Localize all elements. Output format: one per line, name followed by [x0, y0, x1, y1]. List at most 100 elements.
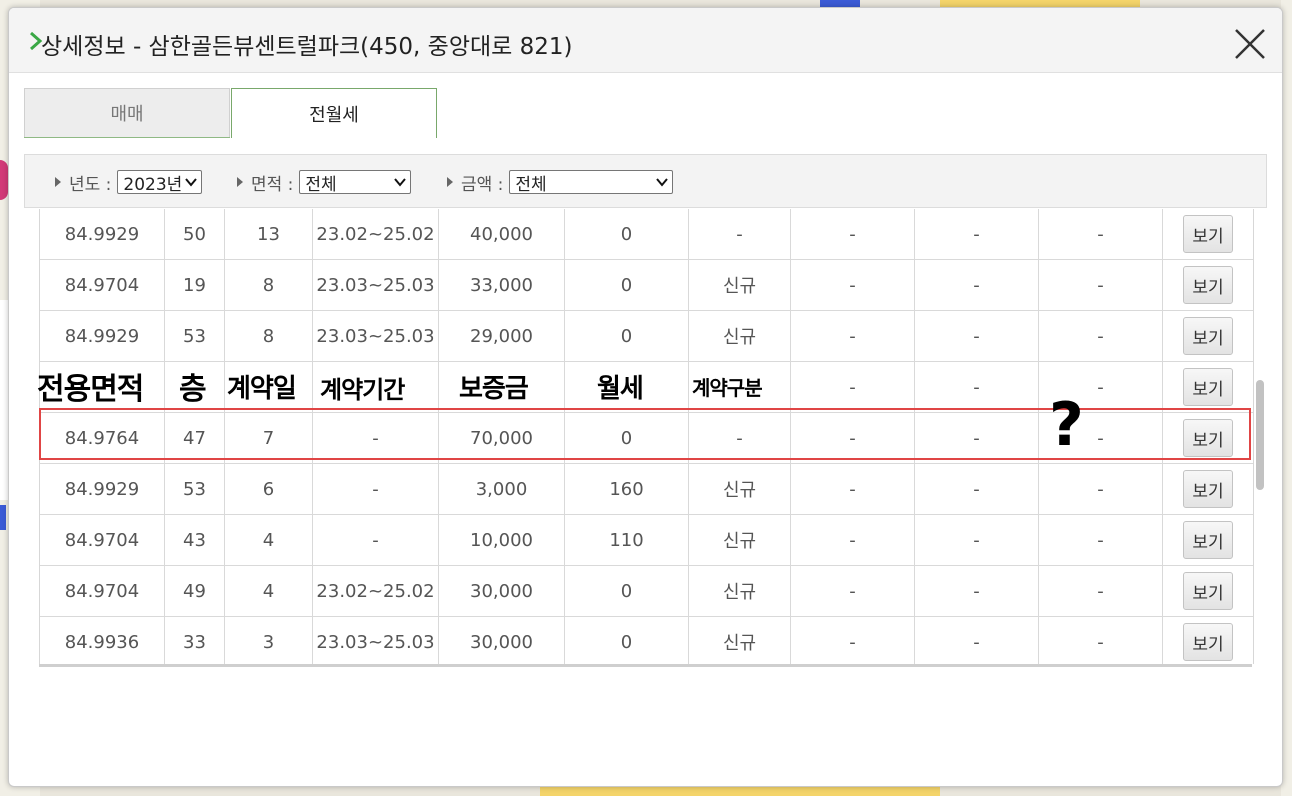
- cell-type: -: [689, 209, 791, 259]
- triangle-right-icon: [55, 177, 61, 187]
- cell-floor: 53: [165, 464, 225, 514]
- view-button[interactable]: 보기: [1183, 215, 1233, 253]
- cell-c3: -: [1039, 464, 1163, 514]
- cell-view: 보기: [1163, 362, 1253, 412]
- cell-period: 23.03~25.03: [313, 617, 439, 664]
- view-button[interactable]: 보기: [1183, 317, 1233, 355]
- chevron-down-icon: [185, 178, 198, 187]
- tab-underline: [24, 137, 230, 138]
- filter-price: 금액 : 전체: [447, 169, 674, 195]
- filter-year-label: 년도 :: [69, 174, 112, 195]
- cell-rent: 110: [565, 515, 689, 565]
- cell-deposit: 3,000: [439, 464, 565, 514]
- year-select-value: 2023년: [123, 174, 183, 195]
- cell-c2: -: [915, 617, 1039, 664]
- table-row: 84.9929 53 8 23.03~25.03 29,000 0 신규 - - - 보기: [40, 311, 1253, 362]
- cell-deposit: 30,000: [439, 566, 565, 616]
- tab-sale[interactable]: 매매: [24, 88, 230, 138]
- cell-day: 8: [225, 260, 313, 310]
- cell-c2: -: [915, 260, 1039, 310]
- cell-deposit: 30,000: [439, 617, 565, 664]
- cell-deposit: 33,000: [439, 260, 565, 310]
- cell-view: 보기: [1163, 464, 1253, 514]
- cell-day: 13: [225, 209, 313, 259]
- view-button[interactable]: 보기: [1183, 572, 1233, 610]
- overlay-header-rent: 월세: [597, 374, 644, 404]
- cell-rent: 0: [565, 566, 689, 616]
- cell-view: 보기: [1163, 566, 1253, 616]
- table-row: 84.9704 19 8 23.03~25.03 33,000 0 신규 - - - 보기: [40, 260, 1253, 311]
- cell-c2: -: [915, 515, 1039, 565]
- cell-type: 신규: [689, 617, 791, 664]
- filter-area: 면적 : 전체: [237, 169, 412, 195]
- filter-bar: 년도 : 2023년 면적 : 전체 금액 : 전체: [24, 154, 1267, 208]
- table-row: 84.9929 53 6-3,000 160 신규 - - - 보기: [40, 464, 1253, 515]
- view-button[interactable]: 보기: [1183, 368, 1233, 406]
- filter-year: 년도 : 2023년: [55, 169, 203, 195]
- cell-c2: -: [915, 209, 1039, 259]
- cell-c3: -: [1039, 311, 1163, 361]
- cell-period: 23.03~25.03: [313, 311, 439, 361]
- year-select[interactable]: 2023년: [117, 170, 203, 195]
- cell-rent: 0: [565, 260, 689, 310]
- chevron-down-icon: [394, 178, 407, 187]
- view-button[interactable]: 보기: [1183, 521, 1233, 559]
- cell-floor: 43: [165, 515, 225, 565]
- cell-floor: 19: [165, 260, 225, 310]
- table-bottom-border: [39, 664, 1252, 667]
- cell-view: 보기: [1163, 260, 1253, 310]
- cell-c2: -: [915, 362, 1039, 412]
- overlay-header-deposit: 보증금: [459, 374, 529, 404]
- cell-day: 4: [225, 515, 313, 565]
- dialog-title: 상세정보 - 삼한골든뷰센트럴파크(450, 중앙대로 821): [41, 34, 573, 60]
- cell-area: 84.9704: [40, 260, 165, 310]
- cell-type: 신규: [689, 260, 791, 310]
- overlay-header-day: 계약일: [227, 374, 297, 404]
- cell-type: 신규: [689, 566, 791, 616]
- area-select[interactable]: 전체: [299, 170, 412, 195]
- table-row: 84.9929 50 13 23.02~25.02 40,000 0- - - - 보기: [40, 209, 1253, 260]
- table-row: 84.9704 49 4 23.02~25.02 30,000 0 신규 - - - 보기: [40, 566, 1253, 617]
- price-select[interactable]: 전체: [509, 170, 674, 195]
- cell-rent: 0: [565, 311, 689, 361]
- cell-rent: 0: [565, 209, 689, 259]
- cell-c3: -: [1039, 617, 1163, 664]
- cell-floor: 53: [165, 311, 225, 361]
- question-mark: ?: [1049, 390, 1084, 460]
- area-select-value: 전체: [305, 174, 337, 195]
- cell-day: 3: [225, 617, 313, 664]
- cell-view: 보기: [1163, 311, 1253, 361]
- cell-c3: -: [1039, 515, 1163, 565]
- overlay-header-period: 계약기간: [320, 376, 405, 404]
- cell-c1: -: [791, 617, 915, 664]
- detail-dialog: 상세정보 - 삼한골든뷰센트럴파크(450, 중앙대로 821) 매매 전월세 …: [8, 7, 1283, 787]
- cell-floor: 33: [165, 617, 225, 664]
- cell-deposit: 29,000: [439, 311, 565, 361]
- scrollbar-thumb[interactable]: [1256, 380, 1264, 490]
- cell-view: 보기: [1163, 515, 1253, 565]
- cell-c1: -: [791, 515, 915, 565]
- triangle-right-icon: [447, 177, 453, 187]
- cell-view: 보기: [1163, 209, 1253, 259]
- cell-area: 84.9929: [40, 311, 165, 361]
- cell-area: 84.9704: [40, 566, 165, 616]
- cell-day: 4: [225, 566, 313, 616]
- cell-c1: -: [791, 362, 915, 412]
- cell-c3: -: [1039, 260, 1163, 310]
- chevron-down-icon: [656, 178, 669, 187]
- cell-c1: -: [791, 260, 915, 310]
- view-button[interactable]: 보기: [1183, 470, 1233, 508]
- cell-area: 84.9936: [40, 617, 165, 664]
- view-button[interactable]: 보기: [1183, 266, 1233, 304]
- tab-rent[interactable]: 전월세: [231, 88, 437, 138]
- cell-type: 신규: [689, 311, 791, 361]
- cell-deposit: 10,000: [439, 515, 565, 565]
- cell-rent: 160: [565, 464, 689, 514]
- view-button[interactable]: 보기: [1183, 623, 1233, 661]
- close-icon[interactable]: [1230, 24, 1270, 64]
- filter-area-label: 면적 :: [251, 174, 294, 195]
- cell-type: 신규: [689, 464, 791, 514]
- cell-area: 84.9929: [40, 464, 165, 514]
- cell-area: 84.9704: [40, 515, 165, 565]
- cell-period: 23.03~25.03: [313, 260, 439, 310]
